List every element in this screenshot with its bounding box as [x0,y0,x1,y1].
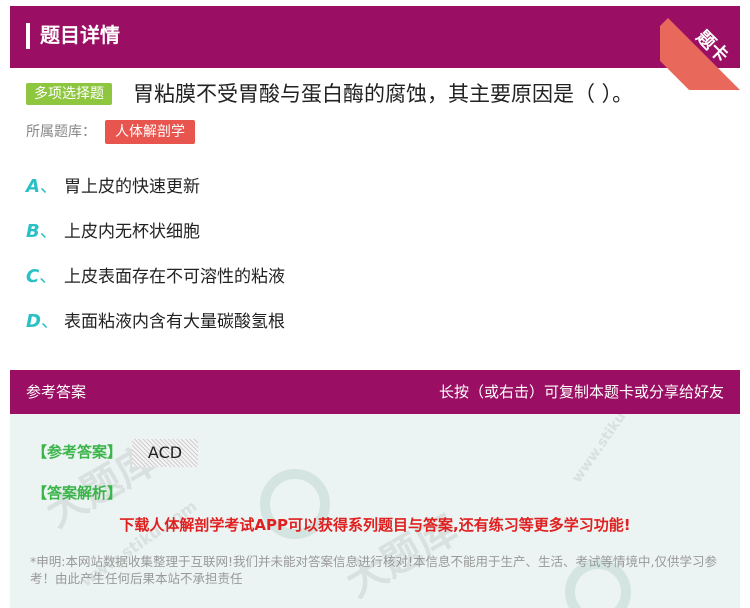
library-label: 所属题库： [26,124,96,140]
question-text: 胃粘膜不受胃酸与蛋白酶的腐蚀，其主要原因是（ ）。 [133,82,634,106]
title-accent-bar [26,23,30,49]
page-title: 题目详情 [40,23,120,47]
reference-answer-value: ACD [132,439,198,467]
option-text: 胃上皮的快速更新 [64,177,200,197]
answer-section-title: 参考答案 [26,383,87,401]
app-download-link[interactable]: 下载人体解剖学考试APP可以获得系列题目与答案,还有练习等更多学习功能! [10,514,740,536]
corner-ribbon: 题卡 [660,0,750,90]
share-hint: 长按（或右击）可复制本题卡或分享给好友 [438,383,724,401]
option-text: 表面粘液内含有大量碳酸氢根 [64,312,285,332]
reference-answer-label: 【参考答案】 [32,443,123,461]
option-letter: A、 [26,176,58,197]
analysis-label: 【答案解析】 [32,484,123,502]
option-text: 上皮内无杯状细胞 [64,222,200,242]
option-letter: D、 [26,311,59,332]
question-type-badge: 多项选择题 [26,83,112,105]
watermark-site: www.stiku.com [569,414,652,486]
option-letter: B、 [26,221,58,242]
option-letter: C、 [26,266,58,287]
option-d[interactable]: D、 表面粘液内含有大量碳酸氢根 [26,308,285,336]
option-b[interactable]: B、 上皮内无杯状细胞 [26,218,200,246]
answer-header: 参考答案 长按（或右击）可复制本题卡或分享给好友 [10,370,740,414]
option-a[interactable]: A、 胃上皮的快速更新 [26,173,200,201]
disclaimer-text: *申明:本网站数据收集整理于互联网!我们并未能对答案信息进行核对!本信息不能用于… [30,554,717,586]
page-header: 题目详情 [10,6,740,68]
library-badge[interactable]: 人体解剖学 [105,120,195,144]
answer-body: 大题库 www.stiku.com 大题库 www.stiku.com 【参考答… [10,414,740,608]
option-c[interactable]: C、 上皮表面存在不可溶性的粘液 [26,263,285,291]
option-text: 上皮表面存在不可溶性的粘液 [64,267,285,287]
